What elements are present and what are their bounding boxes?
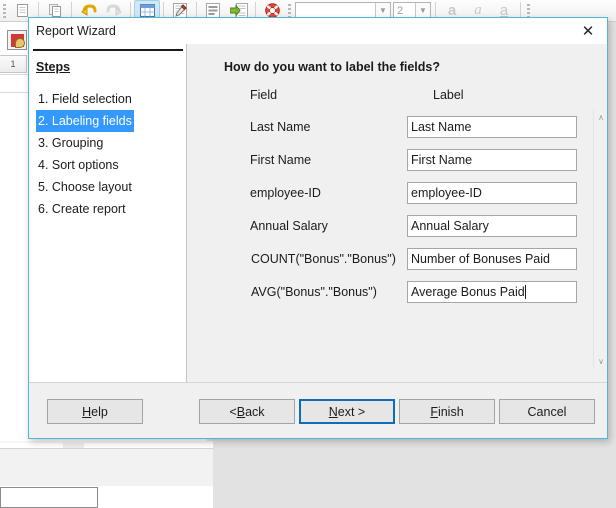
column-header-field: Field: [250, 88, 278, 102]
chevron-down-icon[interactable]: ▼: [375, 3, 390, 18]
sidebar-item-field-selection[interactable]: 1. Field selection: [36, 88, 134, 110]
label-input-value: First Name: [411, 152, 473, 167]
help-button[interactable]: Help: [47, 399, 143, 424]
next-button-mnemonic: N: [328, 404, 338, 419]
steps-divider: [33, 49, 183, 51]
table-row: COUNT("Bonus"."Bonus") Number of Bonuses…: [224, 242, 591, 275]
scrollbar[interactable]: ∧ ∨: [593, 110, 607, 368]
next-button-post: ext >: [337, 404, 366, 419]
close-icon[interactable]: ✕: [569, 18, 607, 44]
page-title: How do you want to label the fields?: [224, 60, 440, 74]
sidebar-item-sort-options[interactable]: 4. Sort options: [36, 154, 121, 176]
finish-button[interactable]: Finish: [399, 399, 495, 424]
table-row: Annual Salary Annual Salary: [224, 209, 591, 242]
step-row: 3. Grouping: [36, 132, 182, 154]
field-name: Annual Salary: [250, 218, 328, 233]
column-header-label: Label: [433, 88, 464, 102]
cancel-button[interactable]: Cancel: [499, 399, 595, 424]
table-row: AVG("Bonus"."Bonus") Average Bonus Paid: [224, 275, 591, 308]
steps-heading: Steps: [36, 60, 71, 74]
sidebar-item-create-report[interactable]: 6. Create report: [36, 198, 128, 220]
bottom-panel: [0, 448, 213, 486]
field-name: Last Name: [250, 119, 311, 134]
step-row: 2. Labeling fields: [36, 110, 182, 132]
back-button-post: ack: [245, 404, 265, 419]
row-header-1[interactable]: 1: [0, 55, 27, 73]
step-row: 6. Create report: [36, 198, 182, 220]
back-button-pre: <: [229, 404, 237, 419]
field-label-list: Last Name Last Name First Name First Nam…: [224, 110, 591, 368]
dialog-body: Steps 1. Field selection 2. Labeling fie…: [29, 44, 607, 382]
field-name: COUNT("Bonus"."Bonus"): [251, 251, 396, 266]
label-input-count-bonus[interactable]: Number of Bonuses Paid: [407, 247, 577, 270]
cancel-button-post: Cancel: [527, 404, 567, 419]
back-button-mnemonic: B: [236, 404, 246, 419]
finish-button-mnemonic: F: [430, 404, 438, 419]
step-row: 1. Field selection: [36, 88, 182, 110]
table-row: Last Name Last Name: [224, 110, 591, 143]
text-caret: [524, 284, 526, 299]
scroll-up-icon[interactable]: ∧: [594, 110, 608, 124]
finish-button-post: inish: [437, 404, 464, 419]
back-button[interactable]: < Back: [199, 399, 295, 424]
field-name: employee-ID: [250, 185, 321, 200]
table-row: employee-ID employee-ID: [224, 176, 591, 209]
label-input-value: employee-ID: [411, 185, 482, 200]
step-row: 4. Sort options: [36, 154, 182, 176]
scroll-down-icon[interactable]: ∨: [594, 354, 608, 368]
steps-list: 1. Field selection 2. Labeling fields 3.…: [36, 88, 182, 220]
sidebar-item-labeling-fields[interactable]: 2. Labeling fields: [36, 110, 134, 132]
help-button-post: elp: [91, 404, 108, 419]
report-wizard-dialog: Report Wizard ✕ Steps 1. Field selection…: [28, 17, 608, 439]
next-button[interactable]: Next >: [299, 399, 395, 424]
scrollbar-track[interactable]: [594, 124, 608, 354]
table-object-button[interactable]: [7, 30, 27, 50]
label-input-value: Last Name: [411, 119, 472, 134]
label-input-first-name[interactable]: First Name: [407, 148, 577, 171]
label-input-avg-bonus[interactable]: Average Bonus Paid: [407, 280, 577, 303]
steps-panel: Steps 1. Field selection 2. Labeling fie…: [29, 44, 187, 382]
step-row: 5. Choose layout: [36, 176, 182, 198]
sidebar-item-choose-layout[interactable]: 5. Choose layout: [36, 176, 134, 198]
field-name: First Name: [250, 152, 312, 167]
label-input-last-name[interactable]: Last Name: [407, 115, 577, 138]
help-button-mnemonic: H: [82, 404, 92, 419]
font-size-value: 2: [397, 4, 404, 17]
content-panel: How do you want to label the fields? Fie…: [188, 44, 607, 382]
field-name: AVG("Bonus"."Bonus"): [251, 284, 377, 299]
sidebar-item-grouping[interactable]: 3. Grouping: [36, 132, 105, 154]
bottom-input-box[interactable]: [0, 487, 98, 508]
table-row: First Name First Name: [224, 143, 591, 176]
chevron-down-icon[interactable]: ▼: [415, 3, 430, 18]
dialog-footer: Help < Back Next > Finish Cancel: [29, 382, 607, 438]
label-input-employee-id[interactable]: employee-ID: [407, 181, 577, 204]
label-input-value: Average Bonus Paid: [411, 284, 525, 299]
dialog-titlebar: Report Wizard ✕: [29, 18, 607, 44]
dialog-title: Report Wizard: [36, 24, 116, 38]
document-status-line: [0, 441, 213, 443]
label-input-value: Annual Salary: [411, 218, 489, 233]
table-object-icon: [10, 33, 25, 48]
toolbar-grip[interactable]: [0, 0, 9, 21]
screen: 1 ✕: [0, 0, 616, 508]
label-input-value: Number of Bonuses Paid: [411, 251, 550, 266]
label-input-annual-salary[interactable]: Annual Salary: [407, 214, 577, 237]
